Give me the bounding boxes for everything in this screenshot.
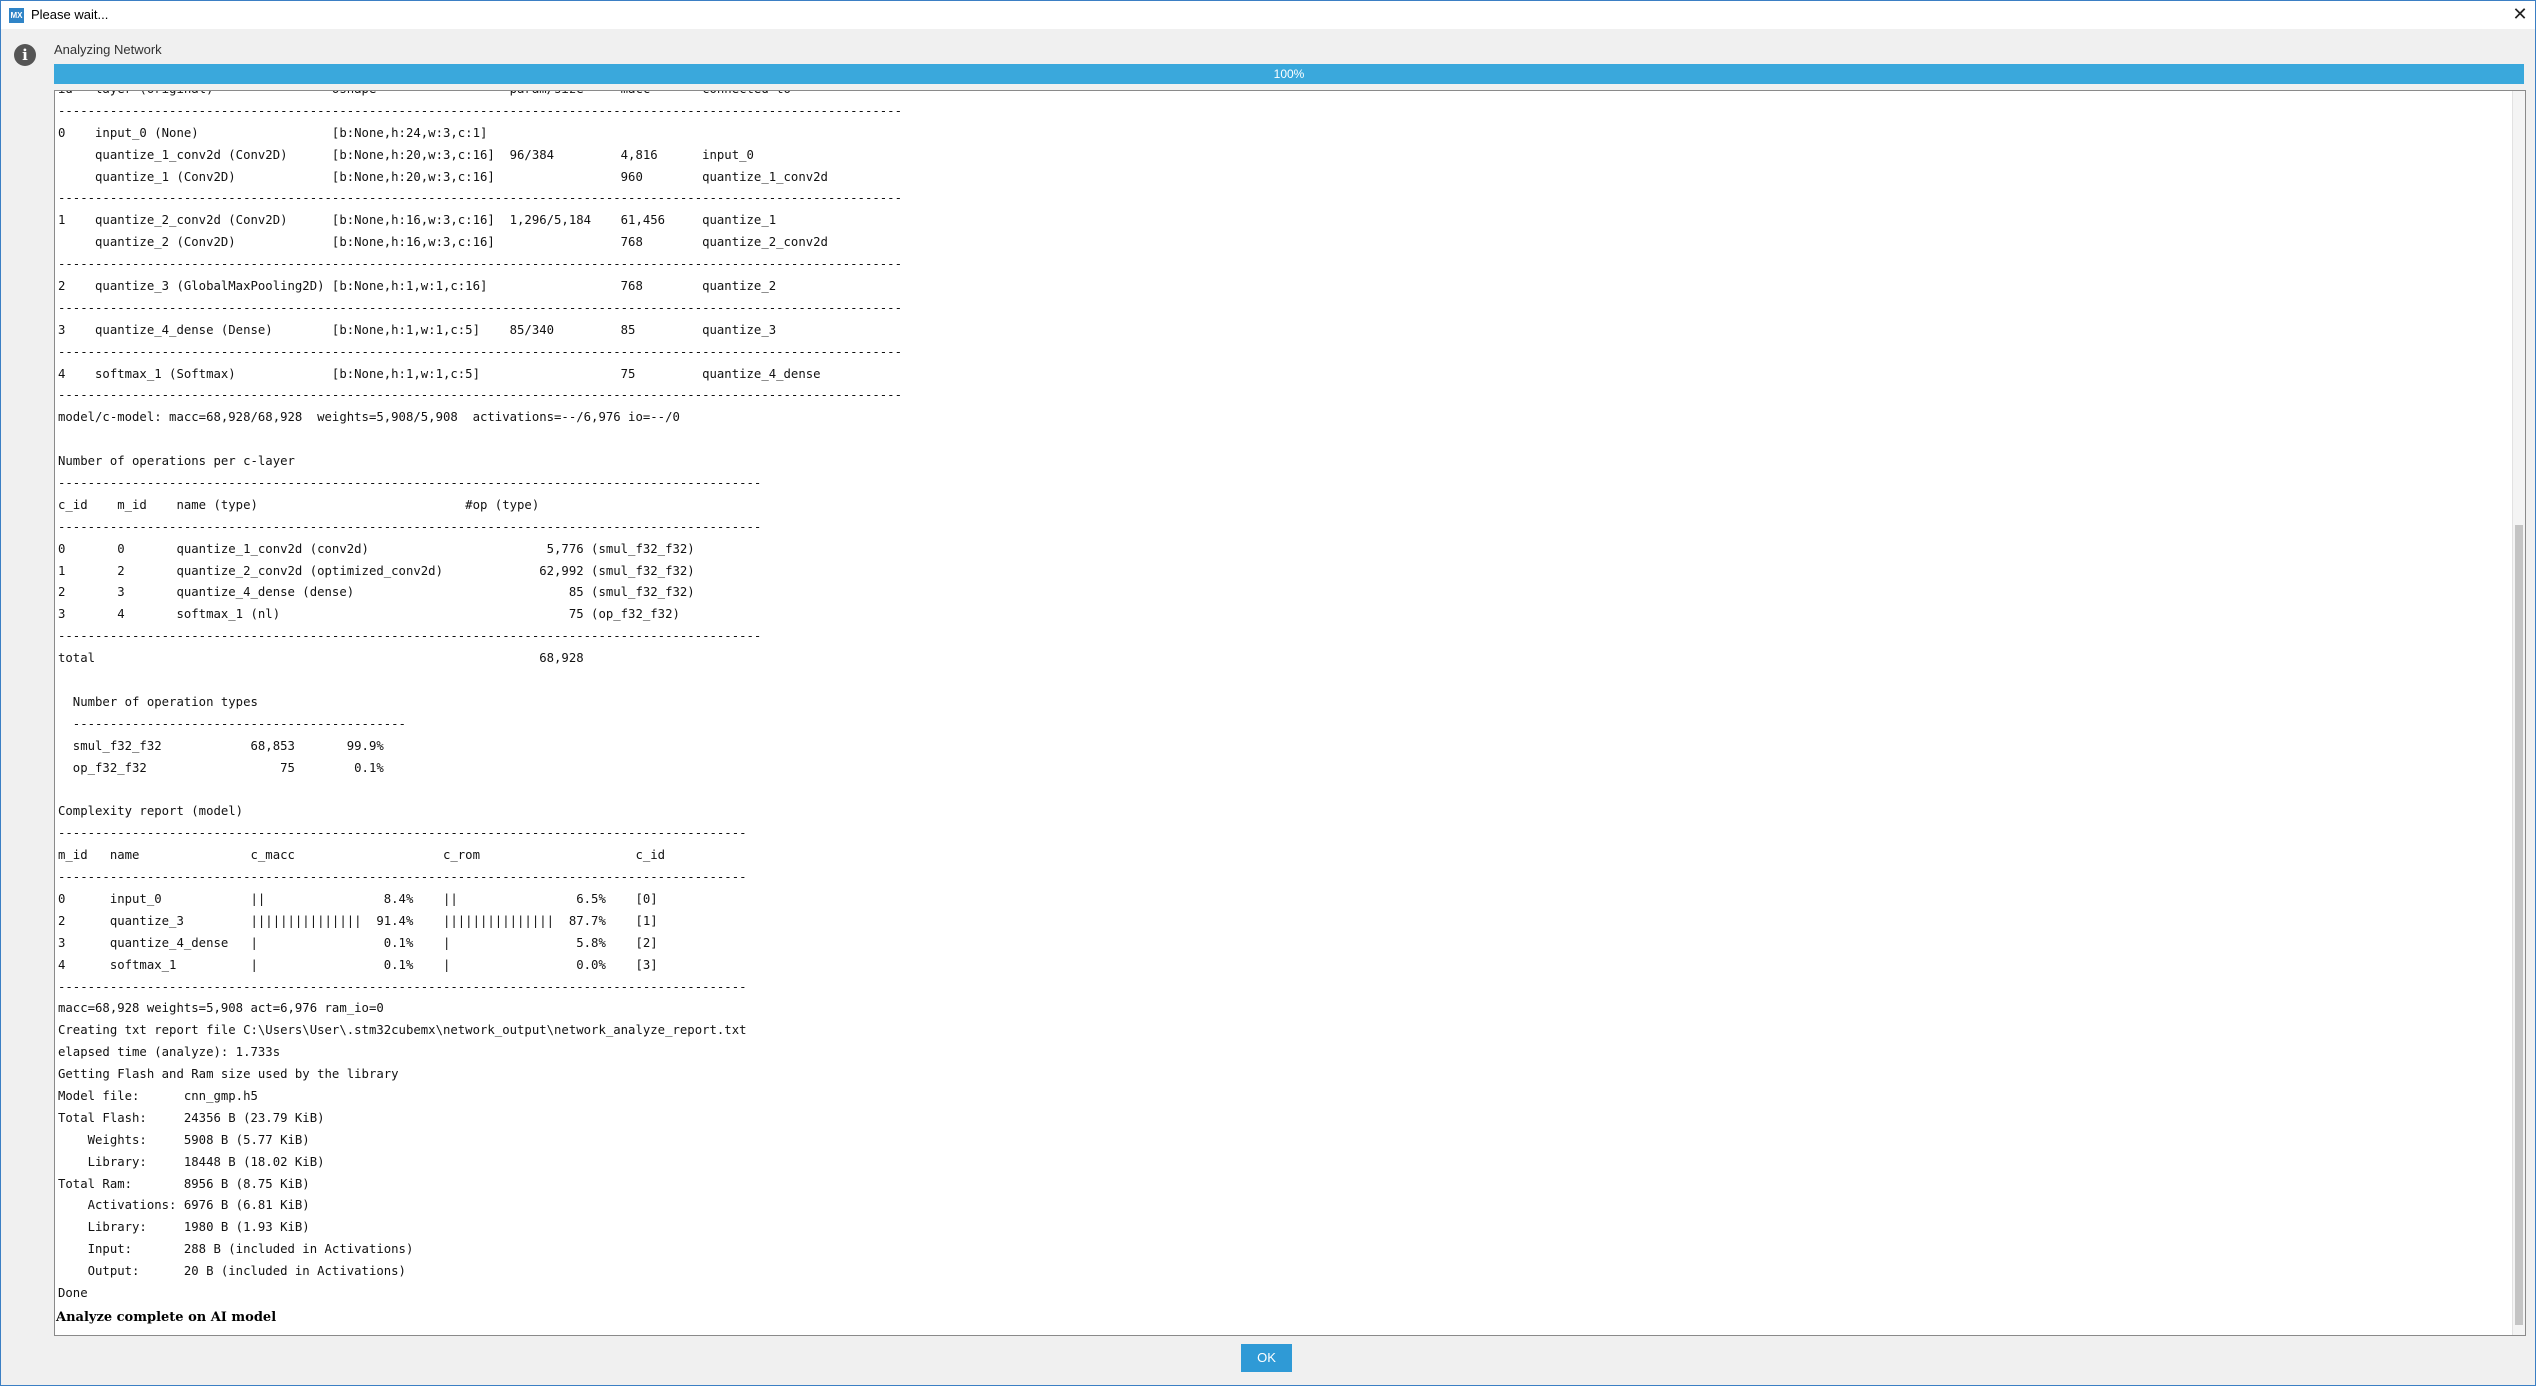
log-line: ----------------------------------------… [58,344,902,359]
log-line: ----------------------------------------… [58,300,902,315]
log-line: Library: 1980 B (1.93 KiB) [58,1220,310,1235]
log-line: model/c-model: macc=68,928/68,928 weight… [58,410,680,425]
log-line: Complexity report (model) [58,804,244,819]
log-line: m_id name c_macc c_rom c_id [58,848,666,863]
log-line: quantize_1 (Conv2D) [b:None,h:20,w:3,c:1… [58,169,828,184]
log-line: Weights: 5908 B (5.77 KiB) [58,1132,310,1147]
log-line: ----------------------------------------… [58,257,902,272]
close-button[interactable]: ✕ [2505,1,2535,29]
log-line: macc=68,928 weights=5,908 act=6,976 ram_… [58,1001,384,1016]
log-line: Done [58,1285,88,1300]
log-line: elapsed time (analyze): 1.733s [58,1045,281,1060]
scrollbar-thumb[interactable] [2515,525,2523,1325]
log-line: total 68,928 [58,651,584,666]
log-line: ----------------------------------------… [58,191,902,206]
log-line: 2 3 quantize_4_dense (dense) 85 (smul_f3… [58,585,695,600]
status-label: Analyzing Network [54,42,162,57]
log-line: 4 softmax_1 (Softmax) [b:None,h:1,w:1,c:… [58,366,821,381]
analysis-complete-message: Analyze complete on AI model [56,1310,277,1325]
log-line: Library: 18448 B (18.02 KiB) [58,1154,325,1169]
log-line: ----------------------------------------… [58,476,762,491]
log-line: 0 0 quantize_1_conv2d (conv2d) 5,776 (sm… [58,541,695,556]
log-line: 2 quantize_3 (GlobalMaxPooling2D) [b:Non… [58,279,777,294]
log-line: Model file: cnn_gmp.h5 [58,1088,258,1103]
log-line: 1 quantize_2_conv2d (Conv2D) [b:None,h:1… [58,213,777,228]
log-line: ----------------------------------------… [58,870,747,885]
log-line: Creating txt report file C:\Users\User\.… [58,1023,747,1038]
log-line: Total Ram: 8956 B (8.75 KiB) [58,1176,310,1191]
info-icon: i [14,44,36,66]
log-line: ----------------------------------------… [58,388,902,403]
log-line: Output: 20 B (included in Activations) [58,1264,406,1279]
log-line: Number of operations per c-layer [58,454,295,469]
log-line: ----------------------------------------… [58,716,406,731]
log-line: 3 quantize_4_dense (Dense) [b:None,h:1,w… [58,322,777,337]
log-line: id layer (original) oshape param/size ma… [58,91,902,101]
log-line: 1 2 quantize_2_conv2d (optimized_conv2d)… [58,563,695,578]
log-line: 0 input_0 || 8.4% || 6.5% [0] [58,891,658,906]
window-title: Please wait... [31,7,109,22]
log-line: 0 input_0 (None) [b:None,h:24,w:3,c:1] [58,125,488,140]
log-line: ----------------------------------------… [58,826,747,841]
log-line: Getting Flash and Ram size used by the l… [58,1067,399,1082]
log-line: Activations: 6976 B (6.81 KiB) [58,1198,310,1213]
log-line: 3 4 softmax_1 (nl) 75 (op_f32_f32) [58,607,680,622]
log-line: op_f32_f32 75 0.1% [58,760,384,775]
log-line: quantize_1_conv2d (Conv2D) [b:None,h:20,… [58,147,754,162]
log-line: c_id m_id name (type) #op (type) [58,497,540,512]
log-line: 3 quantize_4_dense | 0.1% | 5.8% [2] [58,935,658,950]
log-lines: id layer (original) oshape param/size ma… [58,91,902,1305]
log-line: ----------------------------------------… [58,103,902,118]
ok-button[interactable]: OK [1241,1344,1292,1372]
log-line: ----------------------------------------… [58,629,762,644]
log-line: Total Flash: 24356 B (23.79 KiB) [58,1110,325,1125]
app-logo-icon: MX [9,8,24,23]
log-line: 4 softmax_1 | 0.1% | 0.0% [3] [58,957,658,972]
log-line: 2 quantize_3 ||||||||||||||| 91.4% |||||… [58,913,658,928]
vertical-scrollbar[interactable] [2512,91,2525,1335]
progress-bar: 100% [54,64,2524,84]
log-line: ----------------------------------------… [58,979,747,994]
log-line: Number of operation types [58,694,258,709]
title-bar[interactable]: MX Please wait... ✕ [1,1,2535,29]
log-line: smul_f32_f32 68,853 99.9% [58,738,384,753]
log-line: quantize_2 (Conv2D) [b:None,h:16,w:3,c:1… [58,235,828,250]
analysis-log[interactable]: id layer (original) oshape param/size ma… [54,90,2526,1336]
log-line: Input: 288 B (included in Activations) [58,1242,414,1257]
log-line: ----------------------------------------… [58,519,762,534]
progress-percent: 100% [1273,67,1305,81]
